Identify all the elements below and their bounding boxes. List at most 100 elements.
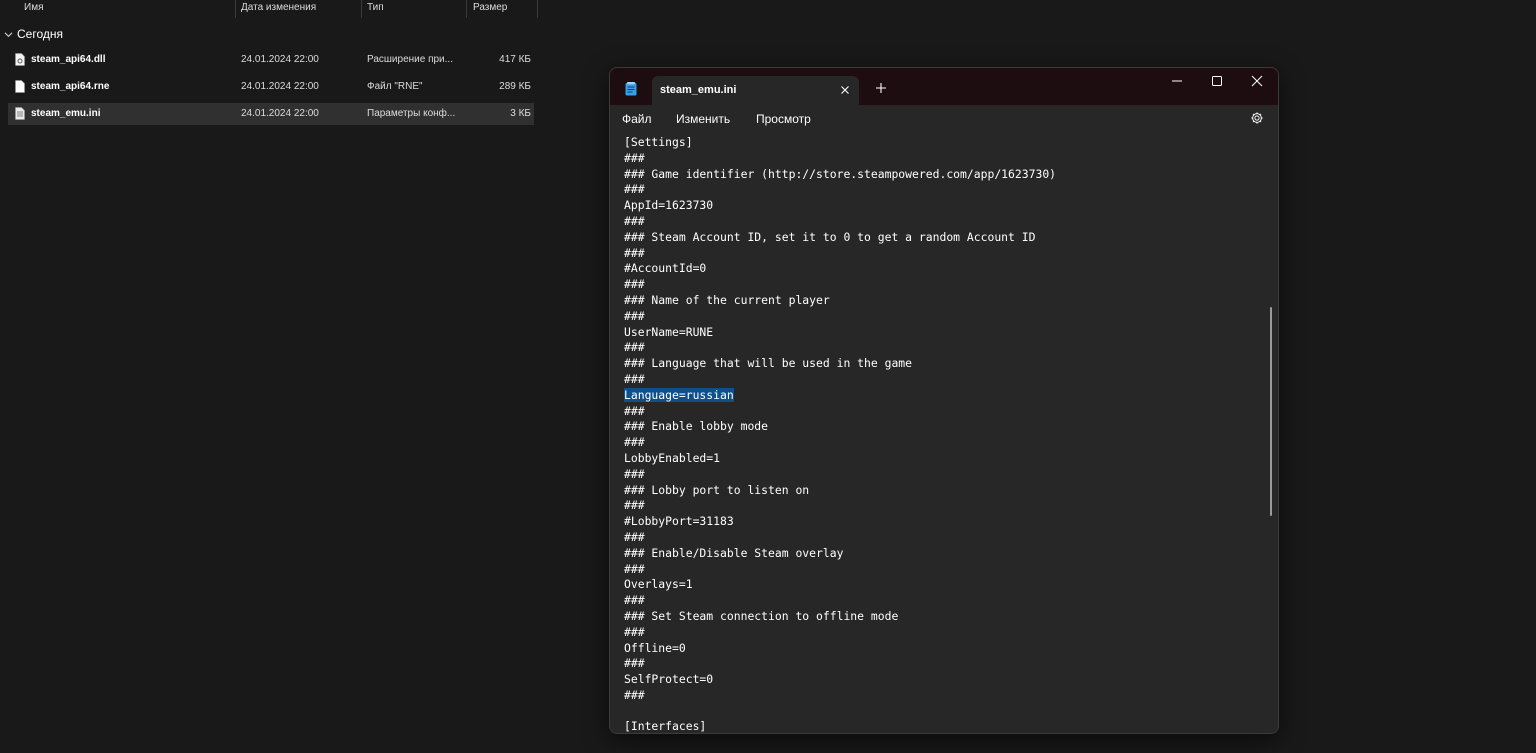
file-date: 24.01.2024 22:00 — [241, 54, 319, 65]
editor-line: ### Language that will be used in the ga… — [624, 356, 1056, 372]
editor-line: LobbyEnabled=1 — [624, 451, 1056, 467]
line-text: #LobbyPort=31183 — [624, 514, 734, 529]
editor-lines: [Settings] ### ### Game identifier (http:/… — [624, 135, 1056, 733]
menu-view[interactable]: Просмотр — [756, 112, 811, 126]
editor-line: ### — [624, 498, 1056, 514]
line-text: ### Set Steam connection to offline mode — [624, 608, 899, 623]
line-text: ### Game identifier (http://store.steamp… — [624, 166, 1057, 181]
line-text: ### Name of the current player — [624, 292, 830, 307]
editor-line: SelfProtect=0 — [624, 672, 1056, 688]
group-label: Сегодня — [17, 27, 63, 41]
column-header-type[interactable]: Тип — [367, 0, 384, 20]
title-bar[interactable]: steam_emu.ini — [610, 68, 1278, 105]
minimize-button[interactable] — [1157, 68, 1197, 94]
line-text: ### — [624, 308, 645, 323]
editor-line: ### Enable/Disable Steam overlay — [624, 546, 1056, 562]
line-text: Offline=0 — [624, 640, 686, 655]
tab-title: steam_emu.ini — [660, 84, 737, 96]
maximize-icon — [1212, 76, 1222, 86]
line-text: SelfProtect=0 — [624, 672, 714, 687]
editor-line: ### Enable lobby mode — [624, 419, 1056, 435]
file-name: steam_api64.dll — [31, 54, 106, 65]
column-divider[interactable] — [537, 0, 538, 18]
editor-line: ### — [624, 656, 1056, 672]
editor-line: ### — [624, 151, 1056, 167]
line-text: ### Enable/Disable Steam overlay — [624, 545, 844, 560]
line-text: UserName=RUNE — [624, 324, 714, 339]
maximize-button[interactable] — [1197, 68, 1237, 94]
close-icon — [1251, 75, 1263, 87]
editor-line: ### — [624, 340, 1056, 356]
line-text: ### — [624, 245, 645, 260]
text-editor[interactable]: [Settings] ### ### Game identifier (http:/… — [610, 133, 1278, 733]
editor-line: #AccountId=0 — [624, 261, 1056, 277]
line-text: ### — [624, 529, 645, 544]
line-text: ### — [624, 466, 645, 481]
line-text: [Settings] — [624, 135, 693, 149]
editor-line: Language=russian — [624, 387, 1056, 404]
editor-line: ### Game identifier (http://store.steamp… — [624, 167, 1056, 183]
editor-line: [Settings] — [624, 135, 1056, 151]
editor-line: ### — [624, 435, 1056, 451]
line-text: ### — [624, 624, 645, 639]
chevron-down-icon — [4, 31, 13, 37]
line-text: ### — [624, 340, 645, 355]
file-date: 24.01.2024 22:00 — [241, 81, 319, 92]
editor-line: ### — [624, 246, 1056, 262]
menu-edit[interactable]: Изменить — [676, 112, 730, 126]
editor-line: ### — [624, 625, 1056, 641]
minimize-icon — [1172, 80, 1182, 82]
editor-line: ### Name of the current player — [624, 293, 1056, 309]
column-divider[interactable] — [466, 0, 467, 18]
column-divider[interactable] — [361, 0, 362, 18]
file-type: Файл "RNE" — [367, 81, 423, 92]
line-text: ### Lobby port to listen on — [624, 482, 810, 497]
line-text: ### — [624, 213, 645, 228]
menu-file[interactable]: Файл — [622, 112, 652, 126]
plus-icon[interactable] — [874, 81, 888, 95]
editor-line: Offline=0 — [624, 641, 1056, 657]
notepad-window: steam_emu.ini Файл Изменить Просмотр [Se… — [609, 67, 1279, 734]
line-text: ### — [624, 656, 645, 671]
line-text: ### — [624, 182, 645, 197]
line-text: ### — [624, 561, 645, 576]
tab-steam-emu-ini[interactable]: steam_emu.ini — [652, 76, 859, 105]
notepad-app-icon — [625, 82, 637, 96]
editor-line: UserName=RUNE — [624, 325, 1056, 341]
column-header-name[interactable]: Имя — [24, 0, 43, 20]
editor-line: ### — [624, 277, 1056, 293]
file-size: 3 КБ — [510, 108, 531, 119]
gear-icon[interactable] — [1250, 111, 1264, 125]
editor-line: ### — [624, 182, 1056, 198]
line-text: ### — [624, 277, 645, 292]
column-divider[interactable] — [235, 0, 236, 18]
line-text: ### — [624, 435, 645, 450]
file-row[interactable]: steam_api64.dll 24.01.2024 22:00 Расшире… — [8, 49, 534, 71]
editor-line: ### — [624, 530, 1056, 546]
file-row[interactable]: steam_emu.ini 24.01.2024 22:00 Параметры… — [8, 103, 534, 125]
ini-file-icon — [15, 107, 25, 120]
file-size: 417 КБ — [499, 54, 531, 65]
file-type: Параметры конф... — [367, 108, 456, 119]
editor-line: ### — [624, 404, 1056, 420]
line-text: AppId=1623730 — [624, 198, 714, 213]
line-text: ### Steam Account ID, set it to 0 to get… — [624, 229, 1036, 244]
editor-line: AppId=1623730 — [624, 198, 1056, 214]
editor-line: ### — [624, 593, 1056, 609]
editor-line: ### Steam Account ID, set it to 0 to get… — [624, 230, 1056, 246]
window-close-button[interactable] — [1237, 68, 1277, 94]
editor-line: ### — [624, 214, 1056, 230]
line-text: ### Enable lobby mode — [624, 419, 769, 434]
vertical-scrollbar[interactable] — [1270, 307, 1272, 516]
file-date: 24.01.2024 22:00 — [241, 108, 319, 119]
editor-line: ### — [624, 372, 1056, 388]
editor-line: [Interfaces] — [624, 719, 1056, 733]
column-header-date[interactable]: Дата изменения — [241, 0, 316, 20]
line-text: ### Language that will be used in the ga… — [624, 356, 913, 371]
close-icon[interactable] — [837, 82, 853, 98]
file-row[interactable]: steam_api64.rne 24.01.2024 22:00 Файл "R… — [8, 76, 534, 98]
file-name: steam_api64.rne — [31, 81, 110, 92]
editor-line: ### — [624, 309, 1056, 325]
column-header-size[interactable]: Размер — [473, 0, 507, 20]
group-header-today[interactable]: Сегодня — [4, 27, 63, 41]
